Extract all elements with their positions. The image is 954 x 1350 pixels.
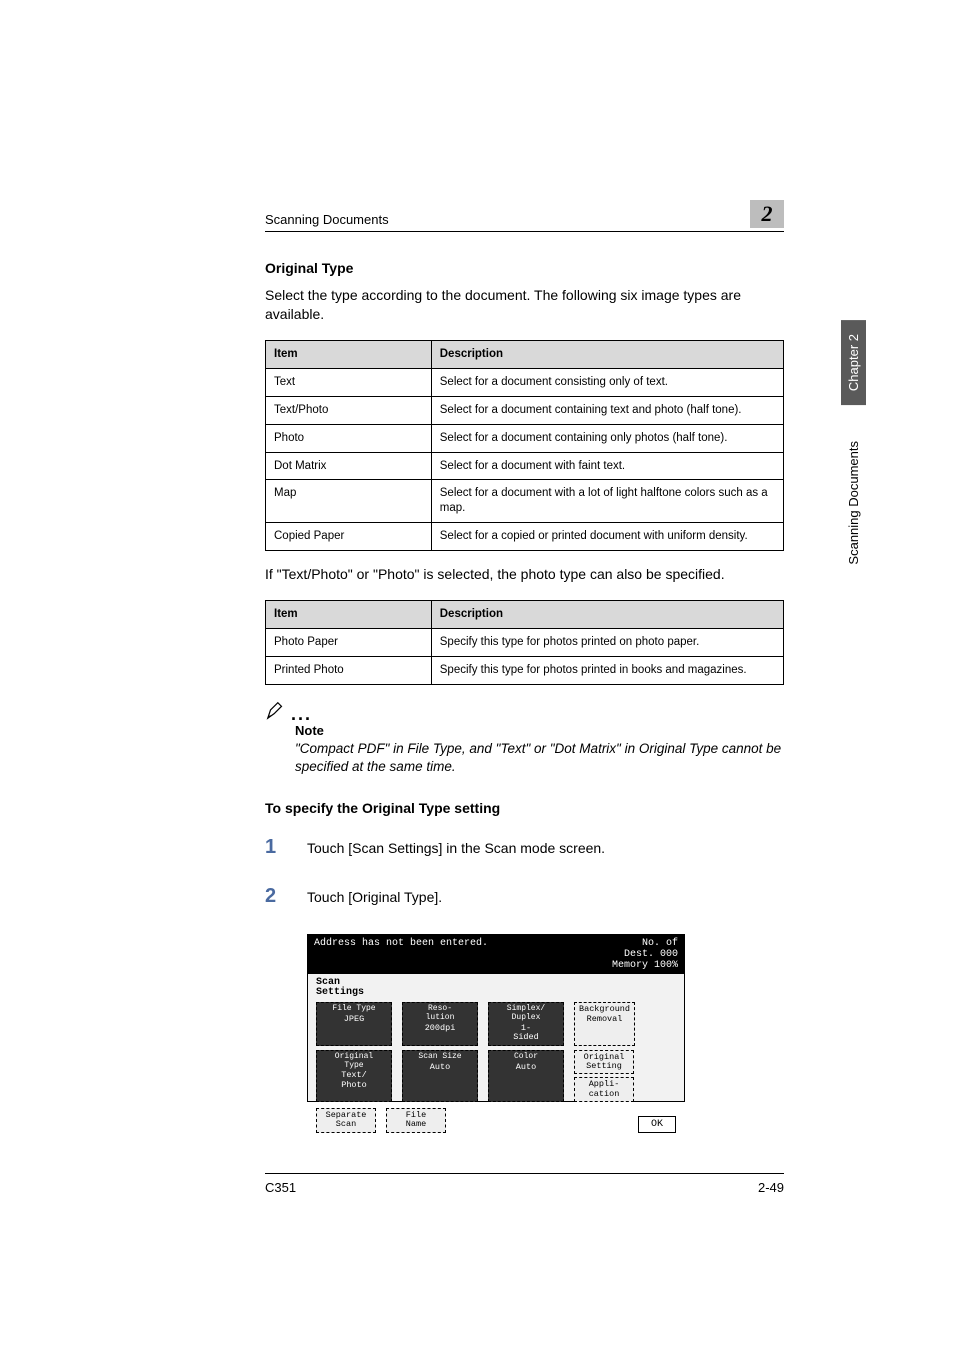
panel-dest-count: 000	[660, 949, 678, 960]
page-footer: C351 2-49	[265, 1173, 784, 1195]
table-header: Description	[431, 601, 783, 629]
panel-btn-original-setting: Original Setting	[574, 1050, 634, 1075]
procedure-step: 1 Touch [Scan Settings] in the Scan mode…	[265, 836, 784, 859]
panel-btn-file-name: File Name	[386, 1108, 446, 1133]
photo-type-table: Item Description Photo PaperSpecify this…	[265, 600, 784, 685]
table-header: Description	[431, 340, 783, 368]
table-row: PhotoSelect for a document containing on…	[266, 424, 784, 452]
panel-btn-background-removal: Background Removal	[574, 1002, 635, 1045]
touch-panel-screenshot: Address has not been entered. No. of Des…	[307, 934, 685, 1102]
table-header: Item	[266, 340, 432, 368]
panel-btn-separate-scan: Separate Scan	[316, 1108, 376, 1133]
note-icon	[265, 699, 287, 721]
after-table-paragraph: If "Text/Photo" or "Photo" is selected, …	[265, 565, 784, 584]
panel-btn-scan-size: Scan Size Auto	[402, 1050, 478, 1102]
note-body: "Compact PDF" in File Type, and "Text" o…	[295, 740, 784, 776]
table-row: Text/PhotoSelect for a document containi…	[266, 396, 784, 424]
chapter-number-box: 2	[750, 200, 784, 228]
side-tabs: Chapter 2 Scanning Documents	[841, 320, 866, 579]
note-label: Note	[295, 723, 784, 738]
table-header: Item	[266, 601, 432, 629]
step-text: Touch [Scan Settings] in the Scan mode s…	[307, 840, 605, 856]
table-row: Copied PaperSelect for a copied or print…	[266, 523, 784, 551]
panel-btn-file-type: File Type JPEG	[316, 1002, 392, 1045]
note-block: ... Note "Compact PDF" in File Type, and…	[265, 699, 784, 776]
panel-btn-resolution: Reso- lution 200dpi	[402, 1002, 478, 1045]
procedure-title: To specify the Original Type setting	[265, 800, 784, 816]
table-row: TextSelect for a document consisting onl…	[266, 368, 784, 396]
footer-model: C351	[265, 1180, 296, 1195]
side-tab-section: Scanning Documents	[841, 427, 866, 579]
panel-btn-original-type: Original Type Text/ Photo	[316, 1050, 392, 1102]
panel-btn-color: Color Auto	[488, 1050, 564, 1102]
step-number: 2	[265, 885, 283, 908]
original-type-table: Item Description TextSelect for a docume…	[265, 340, 784, 552]
side-tab-chapter: Chapter 2	[841, 320, 866, 405]
running-header: Scanning Documents	[265, 212, 389, 227]
step-number: 1	[265, 836, 283, 859]
step-text: Touch [Original Type].	[307, 889, 442, 905]
table-row: Printed PhotoSpecify this type for photo…	[266, 657, 784, 685]
panel-btn-application: Appli- cation	[574, 1077, 634, 1102]
panel-btn-ok: OK	[638, 1116, 676, 1133]
panel-status: Address has not been entered.	[314, 938, 488, 971]
table-row: Photo PaperSpecify this type for photos …	[266, 629, 784, 657]
procedure-step: 2 Touch [Original Type].	[265, 885, 784, 908]
panel-tab-scan-settings: Scan Settings	[316, 978, 364, 998]
section-heading: Original Type	[265, 260, 784, 276]
panel-btn-simplex-duplex: Simplex/ Duplex 1- Sided	[488, 1002, 564, 1045]
footer-page-number: 2-49	[758, 1180, 784, 1195]
table-row: Dot MatrixSelect for a document with fai…	[266, 452, 784, 480]
table-row: MapSelect for a document with a lot of l…	[266, 480, 784, 523]
intro-paragraph: Select the type according to the documen…	[265, 286, 784, 324]
panel-memory: Memory 100%	[612, 960, 678, 971]
note-dots-icon: ...	[291, 709, 312, 721]
